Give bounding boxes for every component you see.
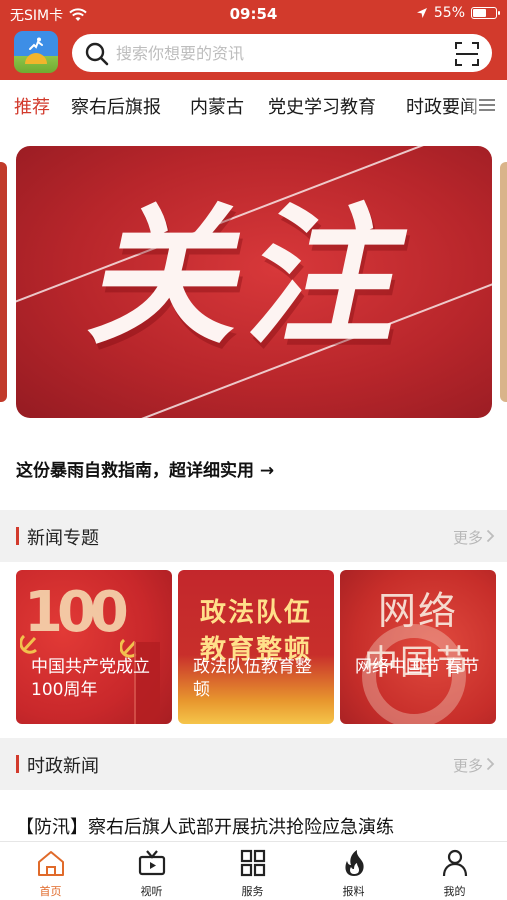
topic-card-cpc-centenary[interactable]: 100 中国共产党成立100周年 bbox=[16, 570, 172, 724]
nav-label: 报料 bbox=[342, 885, 365, 898]
location-arrow-icon bbox=[416, 8, 427, 18]
news-more-link[interactable]: 更多 bbox=[453, 755, 483, 776]
tab-chayouhouqi-daily[interactable]: 察右后旗报 bbox=[71, 93, 161, 119]
topic-card-label: 中国共产党成立100周年 bbox=[31, 657, 150, 700]
nav-services[interactable]: 服务 bbox=[202, 846, 303, 900]
search-icon bbox=[85, 42, 109, 66]
chevron-right-icon[interactable] bbox=[486, 529, 495, 543]
nav-report[interactable]: 报料 bbox=[303, 846, 404, 900]
scan-icon[interactable] bbox=[454, 41, 480, 67]
bottom-nav: 首页 视听 服务 报料 我的 bbox=[0, 841, 507, 900]
chevron-right-icon[interactable] bbox=[486, 757, 495, 771]
fire-icon bbox=[345, 850, 364, 876]
topic-card-online-festival[interactable]: 网络 中国节 网络中国节 春节 bbox=[340, 570, 496, 724]
nav-label: 首页 bbox=[39, 885, 62, 898]
news-section-title: 时政新闻 bbox=[27, 756, 99, 777]
channel-tabs: 推荐 察右后旗报 内蒙古 党史学习教育 时政要闻 bbox=[0, 80, 507, 132]
tab-party-history[interactable]: 党史学习教育 bbox=[268, 93, 376, 119]
runner-logo-icon bbox=[29, 37, 43, 50]
topic-card-label: 网络中国节 春节 bbox=[355, 657, 480, 677]
news-section-header: 时政新闻 更多 bbox=[0, 738, 507, 790]
tab-recommend[interactable]: 推荐 bbox=[14, 93, 50, 119]
home-icon bbox=[38, 851, 64, 876]
status-bar: 无SIM卡 09:54 55% bbox=[0, 0, 507, 28]
section-accent-bar bbox=[16, 527, 19, 545]
card-image-text: 政法队伍 教育整顿 bbox=[199, 598, 312, 665]
banner-image-text: 关注 bbox=[77, 191, 431, 365]
banner-carousel: 关注 bbox=[0, 132, 507, 432]
section-accent-bar bbox=[16, 755, 19, 773]
nav-home[interactable]: 首页 bbox=[0, 846, 101, 900]
carousel-next-slide[interactable] bbox=[500, 162, 507, 402]
nav-label: 服务 bbox=[241, 885, 264, 898]
battery-icon bbox=[471, 7, 500, 19]
topic-card-law-enforcement[interactable]: 政法队伍 教育整顿 政法队伍教育整顿 bbox=[178, 570, 334, 724]
nav-video[interactable]: 视听 bbox=[101, 846, 202, 900]
nav-profile[interactable]: 我的 bbox=[404, 846, 505, 900]
carousel-prev-slide[interactable] bbox=[0, 162, 7, 402]
news-list-item[interactable]: 【防汛】察右后旗人武部开展抗洪抢险应急演练 bbox=[16, 813, 496, 839]
battery-percent: 55% bbox=[433, 5, 465, 21]
channel-menu-icon[interactable] bbox=[479, 99, 495, 111]
app-logo[interactable] bbox=[14, 31, 58, 73]
grid-icon bbox=[240, 849, 266, 877]
battery-level bbox=[473, 9, 487, 17]
app-header: 无SIM卡 09:54 55% bbox=[0, 0, 507, 80]
party-emblem-icon bbox=[20, 634, 37, 654]
topics-section-header: 新闻专题 更多 bbox=[0, 510, 507, 562]
logo-sun-shape bbox=[25, 53, 47, 64]
nav-label: 视听 bbox=[140, 885, 163, 898]
tv-icon bbox=[138, 850, 166, 876]
topics-section-title: 新闻专题 bbox=[27, 528, 99, 549]
user-icon bbox=[442, 849, 468, 877]
topics-more-link[interactable]: 更多 bbox=[453, 527, 483, 548]
banner-image[interactable]: 关注 bbox=[16, 146, 492, 418]
nav-label: 我的 bbox=[443, 885, 466, 898]
search-input[interactable] bbox=[116, 34, 436, 72]
topic-card-label: 政法队伍教育整顿 bbox=[193, 657, 312, 700]
tab-neimenggu[interactable]: 内蒙古 bbox=[190, 93, 244, 119]
search-bar[interactable] bbox=[72, 34, 492, 72]
banner-headline[interactable]: 这份暴雨自救指南，超详细实用 → bbox=[16, 456, 496, 481]
